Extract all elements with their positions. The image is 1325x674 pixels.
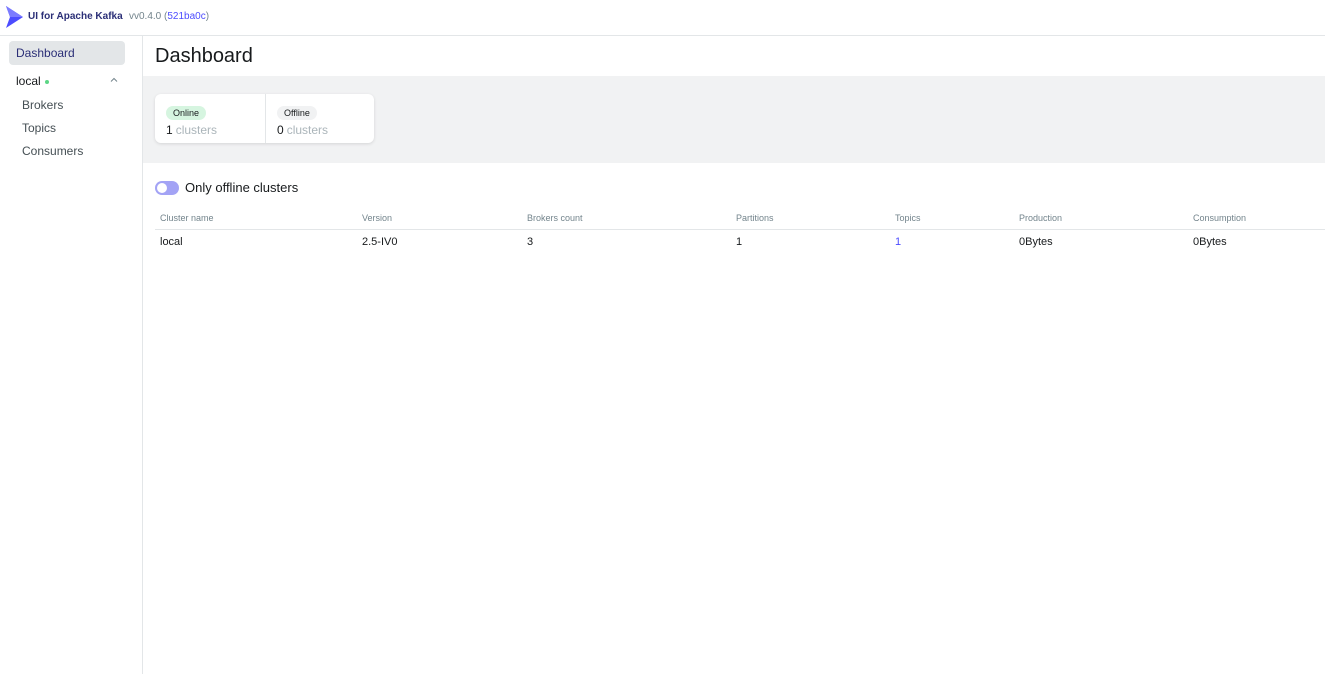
cluster-metrics-box: Online 1 clusters Offline 0 clusters [155, 94, 374, 143]
commit-link[interactable]: 521ba0c [167, 11, 205, 22]
offline-metric: Offline 0 clusters [265, 94, 374, 143]
sidebar-item-brokers[interactable]: Brokers [22, 98, 63, 112]
sidebar: Dashboard local Brokers Topics Consumers [0, 36, 143, 674]
kafka-ui-logo-icon[interactable] [6, 6, 23, 28]
column-header-consumption: Consumption [1188, 208, 1325, 230]
table-header-row: Cluster name Version Brokers count Parti… [155, 208, 1325, 230]
toggle-knob [157, 182, 167, 193]
table-row: local 2.5-IV0 3 1 1 0Bytes 0Bytes [155, 229, 1325, 254]
column-header-brokers-count: Brokers count [522, 208, 731, 230]
topics-count-link[interactable]: 1 [895, 236, 901, 248]
offline-unit: clusters [286, 123, 329, 137]
cell-production: 0Bytes [1019, 235, 1053, 248]
metrics-panel: Online 1 clusters Offline 0 clusters [143, 76, 1325, 163]
cell-cluster-name[interactable]: local [155, 229, 357, 254]
chevron-up-icon[interactable] [109, 75, 119, 85]
offline-badge: Offline [277, 106, 317, 120]
online-metric: Online 1 clusters [155, 94, 265, 143]
offline-count: 0 [277, 123, 284, 137]
column-header-topics: Topics [890, 208, 1014, 230]
cell-topics: 1 [890, 229, 1014, 254]
sidebar-item-consumers[interactable]: Consumers [22, 144, 83, 158]
column-header-cluster-name: Cluster name [155, 208, 357, 230]
column-header-production: Production [1014, 208, 1188, 230]
version-number: vv0.4.0 [129, 11, 162, 22]
version-label: vv0.4.0 (521ba0c) [129, 11, 210, 22]
page-title: Dashboard [155, 45, 253, 67]
top-navbar: UI for Apache Kafka vv0.4.0 (521ba0c) [0, 0, 1325, 36]
offline-value: 0 clusters [277, 123, 374, 137]
offline-filter-row: Only offline clusters [155, 180, 298, 195]
sidebar-item-cluster-local[interactable]: local [9, 69, 125, 93]
column-header-partitions: Partitions [731, 208, 890, 230]
main-content: Dashboard Online 1 clusters Offline 0 clus… [143, 36, 1325, 674]
cluster-name-link[interactable]: local [160, 236, 183, 248]
cell-brokers-count: 3 [527, 235, 534, 248]
clusters-table: Cluster name Version Brokers count Parti… [155, 208, 1325, 254]
online-value: 1 clusters [166, 123, 265, 137]
online-count: 1 [166, 123, 173, 137]
sidebar-item-topics[interactable]: Topics [22, 121, 56, 135]
only-offline-toggle[interactable] [155, 180, 179, 195]
online-badge: Online [166, 106, 207, 120]
online-status-dot-icon [44, 79, 49, 84]
cell-partitions: 1 [736, 235, 743, 248]
cluster-name: local [16, 74, 41, 88]
cell-consumption: 0Bytes [1193, 235, 1227, 248]
only-offline-label: Only offline clusters [185, 180, 299, 195]
column-header-version: Version [357, 208, 522, 230]
online-unit: clusters [175, 123, 218, 137]
brand-title[interactable]: UI for Apache Kafka [28, 11, 123, 22]
cell-version: 2.5-IV0 [362, 235, 398, 248]
sidebar-item-dashboard[interactable]: Dashboard [9, 41, 125, 65]
